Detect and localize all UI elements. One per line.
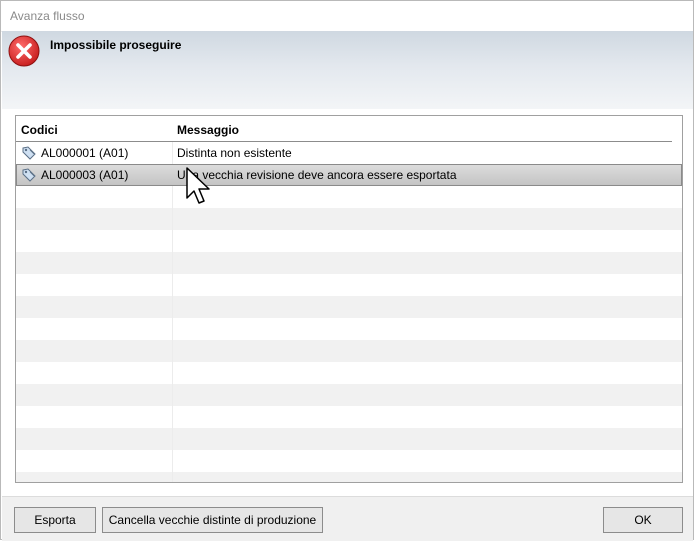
column-header-codici[interactable]: Codici [21,123,58,137]
row-code: AL000001 (A01) [41,146,129,160]
empty-row [16,274,682,296]
empty-row [16,340,682,362]
results-grid[interactable]: Codici Messaggio AL000001 (A01) Distinta… [15,115,683,483]
empty-row [16,384,682,406]
row-code: AL000003 (A01) [41,168,129,182]
column-divider [172,142,173,164]
empty-row [16,406,682,428]
ok-button[interactable]: OK [603,507,683,533]
mouse-pointer-icon [186,167,210,204]
empty-row [16,318,682,340]
column-header-messaggio[interactable]: Messaggio [177,123,239,137]
empty-row [16,428,682,450]
error-x-icon [8,35,40,67]
empty-row [16,472,682,482]
table-row[interactable]: AL000001 (A01) Distinta non esistente [16,142,682,164]
tag-icon [22,146,36,160]
error-title: Impossibile proseguire [50,38,182,52]
empty-row [16,296,682,318]
empty-row [16,230,682,252]
dialog-window: Avanza flusso Impossibile proseguire Cod… [0,0,694,541]
empty-row [16,362,682,384]
empty-row [16,208,682,230]
grid-header: Codici Messaggio [16,116,672,142]
row-message: Una vecchia revisione deve ancora essere… [177,168,457,182]
delete-old-distinte-button[interactable]: Cancella vecchie distinte di produzione [102,507,323,533]
window-title: Avanza flusso [10,9,85,23]
empty-row [16,252,682,274]
title-bar[interactable]: Avanza flusso [1,1,693,32]
row-message: Distinta non esistente [177,146,292,160]
tag-icon [22,168,36,182]
empty-row [16,450,682,472]
export-button[interactable]: Esporta [14,507,96,533]
empty-row [16,186,682,208]
table-row-selected[interactable]: AL000003 (A01) Una vecchia revisione dev… [16,164,682,186]
